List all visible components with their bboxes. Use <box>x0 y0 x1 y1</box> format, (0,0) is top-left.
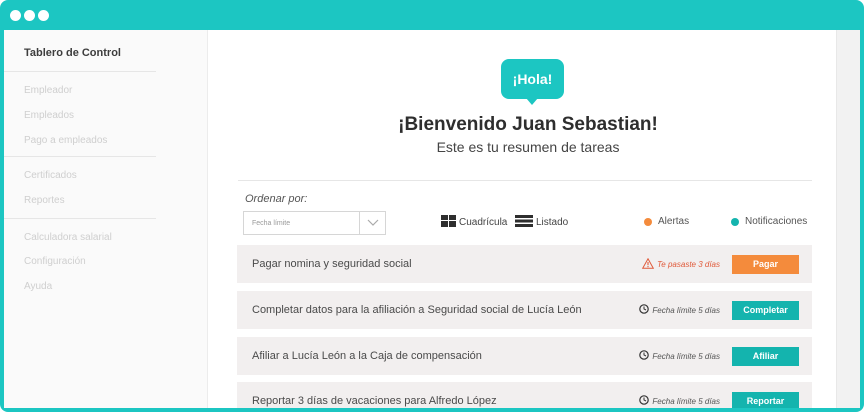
task-deadline: Fecha límite 5 días <box>639 304 720 316</box>
clock-icon <box>639 395 650 407</box>
scrollbar-track[interactable] <box>836 30 860 408</box>
welcome-heading: ¡Bienvenido Juan Sebastian! <box>398 114 658 135</box>
window-dot[interactable] <box>24 10 35 21</box>
task-title: Pagar nomina y seguridad social <box>252 258 412 270</box>
task-title: Completar datos para la afiliación a Seg… <box>252 304 582 316</box>
sidebar-item-empleador[interactable]: Empleador <box>24 85 72 96</box>
window-dot[interactable] <box>10 10 21 21</box>
view-grid-option[interactable]: Cuadrícula <box>441 215 507 230</box>
legend-notifications: Notificaciones <box>731 216 807 227</box>
task-deadline-text: Fecha límite 5 días <box>652 351 720 361</box>
list-icon <box>515 215 533 230</box>
sidebar-item-ayuda[interactable]: Ayuda <box>24 281 52 292</box>
afiliar-button[interactable]: Afiliar <box>732 346 799 366</box>
sidebar-item-calculadora[interactable]: Calculadora salarial <box>24 232 112 243</box>
window-dot[interactable] <box>38 10 49 21</box>
task-deadline-text: Te pasaste 3 días <box>657 259 720 269</box>
task-title: Afiliar a Lucía León a la Caja de compen… <box>252 350 482 362</box>
app-window: Tablero de Control Empleador Empleados P… <box>4 30 860 408</box>
view-grid-label: Cuadrícula <box>459 217 508 228</box>
header-divider <box>238 180 812 181</box>
sidebar: Tablero de Control Empleador Empleados P… <box>4 30 208 408</box>
sidebar-title[interactable]: Tablero de Control <box>24 47 121 59</box>
app-frame: Tablero de Control Empleador Empleados P… <box>0 0 864 412</box>
legend-alerts-label: Alertas <box>658 216 690 227</box>
clock-icon <box>639 304 650 316</box>
task-row: Reportar 3 días de vacaciones para Alfre… <box>237 382 812 408</box>
orange-dot-icon <box>644 217 652 226</box>
teal-dot-icon <box>731 217 739 226</box>
task-row: Pagar nomina y seguridad social Te pasas… <box>237 245 812 283</box>
sidebar-divider <box>4 156 156 157</box>
pagar-button[interactable]: Pagar <box>732 254 799 274</box>
sort-label: Ordenar por: <box>245 193 308 205</box>
view-list-option[interactable]: Listado <box>515 215 568 230</box>
chevron-down-icon[interactable] <box>359 212 385 234</box>
sidebar-item-empleados[interactable]: Empleados <box>24 110 74 121</box>
legend-alerts: Alertas <box>644 216 689 227</box>
sidebar-item-pago-empleados[interactable]: Pago a empleados <box>24 135 107 146</box>
warning-icon <box>641 257 655 271</box>
task-row: Completar datos para la afiliación a Seg… <box>237 291 812 329</box>
task-deadline: Fecha límite 5 días <box>639 350 720 362</box>
task-deadline: Te pasaste 3 días <box>641 257 720 271</box>
bubble-tail <box>526 98 538 105</box>
reportar-button[interactable]: Reportar <box>732 391 799 408</box>
window-controls <box>10 10 49 21</box>
view-list-label: Listado <box>536 217 569 228</box>
legend-notifications-label: Notificaciones <box>745 216 808 227</box>
task-deadline: Fecha límite 5 días <box>639 395 720 407</box>
completar-button[interactable]: Completar <box>732 300 799 320</box>
sidebar-item-certificados[interactable]: Certificados <box>24 170 77 181</box>
sidebar-divider <box>4 218 156 219</box>
grid-icon <box>441 215 456 230</box>
sidebar-item-configuracion[interactable]: Configuración <box>24 256 86 267</box>
sidebar-item-reportes[interactable]: Reportes <box>24 195 65 206</box>
task-deadline-text: Fecha límite 5 días <box>652 396 720 406</box>
task-deadline-text: Fecha límite 5 días <box>652 305 720 315</box>
clock-icon <box>639 350 650 362</box>
sidebar-divider <box>4 71 156 72</box>
sort-selected-value: Fecha límite <box>252 219 291 227</box>
task-row: Afiliar a Lucía León a la Caja de compen… <box>237 337 812 375</box>
sort-select[interactable]: Fecha límite <box>243 211 386 235</box>
hola-bubble: ¡Hola! <box>501 59 564 99</box>
task-title: Reportar 3 días de vacaciones para Alfre… <box>252 395 497 407</box>
page-subtitle: Este es tu resumen de tareas <box>436 139 620 155</box>
